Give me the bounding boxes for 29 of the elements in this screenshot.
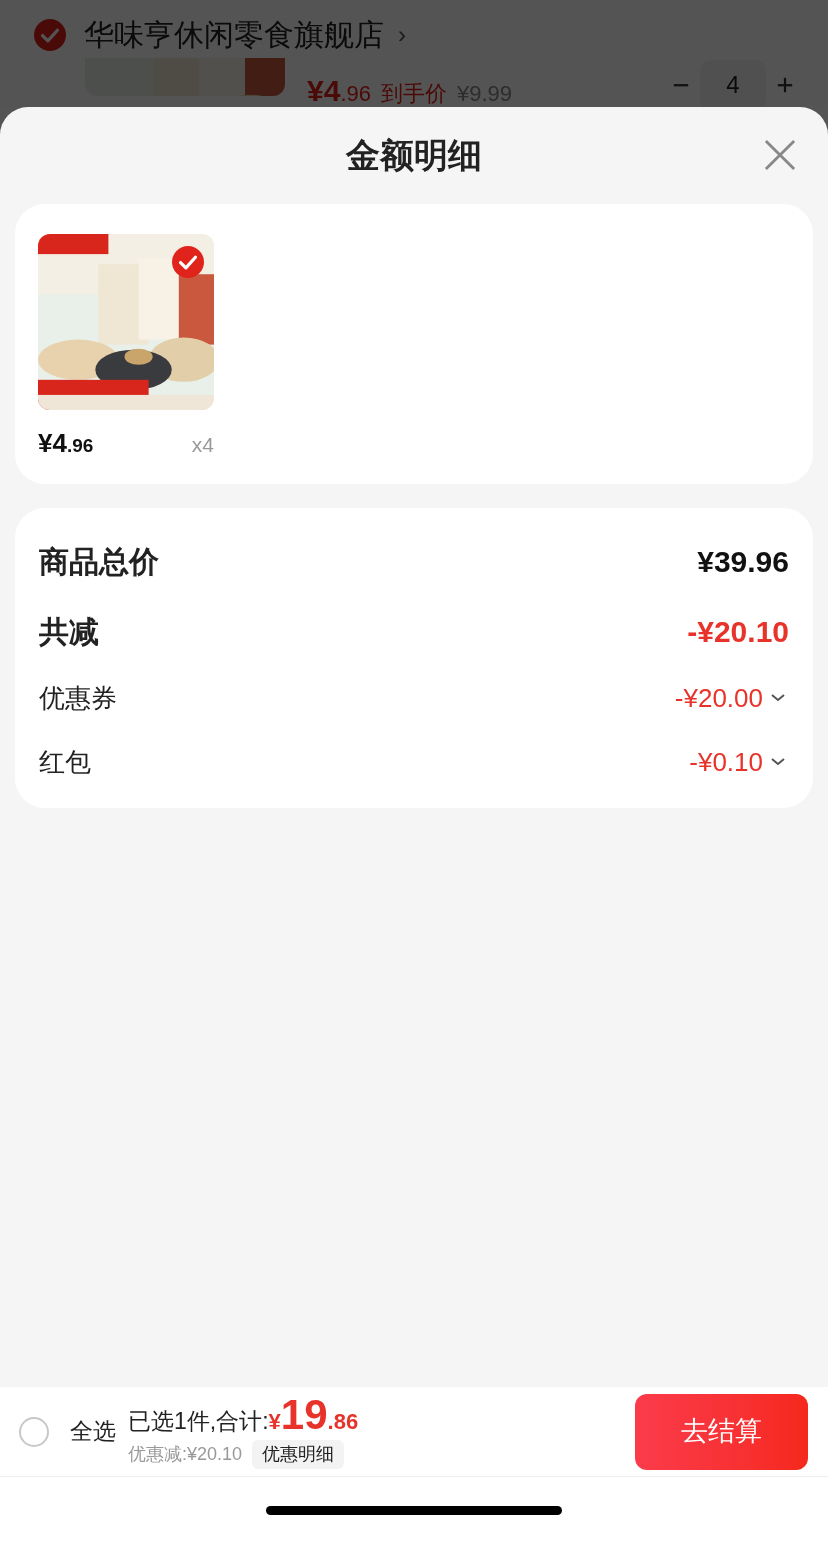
total-price: ¥19.86 — [268, 1393, 359, 1438]
row-label: 优惠券 — [39, 681, 117, 715]
sheet-title: 金额明细 — [346, 135, 482, 176]
checkout-button[interactable]: 去结算 — [635, 1393, 808, 1470]
price: ¥4.96 — [307, 73, 371, 109]
close-icon[interactable] — [764, 139, 796, 171]
chevron-down-icon[interactable] — [771, 694, 785, 702]
row-label: 红包 — [39, 745, 91, 779]
row-label: 商品总价 — [39, 543, 159, 580]
selected-summary: 已选1件,合计: — [128, 1406, 269, 1436]
quantity: x4 — [191, 432, 214, 458]
select-all-label[interactable]: 全选 — [70, 1414, 116, 1449]
discount-details-button[interactable]: 优惠明细 — [252, 1440, 345, 1470]
checkbox[interactable] — [172, 246, 204, 278]
savings-text: 优惠减:¥20.10 — [128, 1443, 243, 1467]
price-label: 到手价 — [380, 80, 447, 108]
checkbox[interactable] — [34, 18, 66, 51]
checkbox[interactable] — [19, 1416, 49, 1447]
row-value: ¥39.96 — [697, 543, 789, 580]
row-value: -¥20.10 — [687, 613, 789, 650]
row-value: -¥0.10 — [689, 745, 763, 779]
row-value: -¥20.00 — [674, 681, 763, 715]
plus-icon[interactable] — [776, 76, 794, 94]
shop-name[interactable]: 华味亨休闲零食旗舰店 — [84, 12, 384, 57]
quantity-field[interactable]: 4 — [700, 60, 766, 110]
chevron-icon[interactable]: › — [398, 16, 406, 53]
row-label: 共减 — [39, 613, 99, 650]
product-price: ¥4.96 — [38, 427, 94, 460]
chevron-down-icon[interactable] — [771, 758, 785, 766]
